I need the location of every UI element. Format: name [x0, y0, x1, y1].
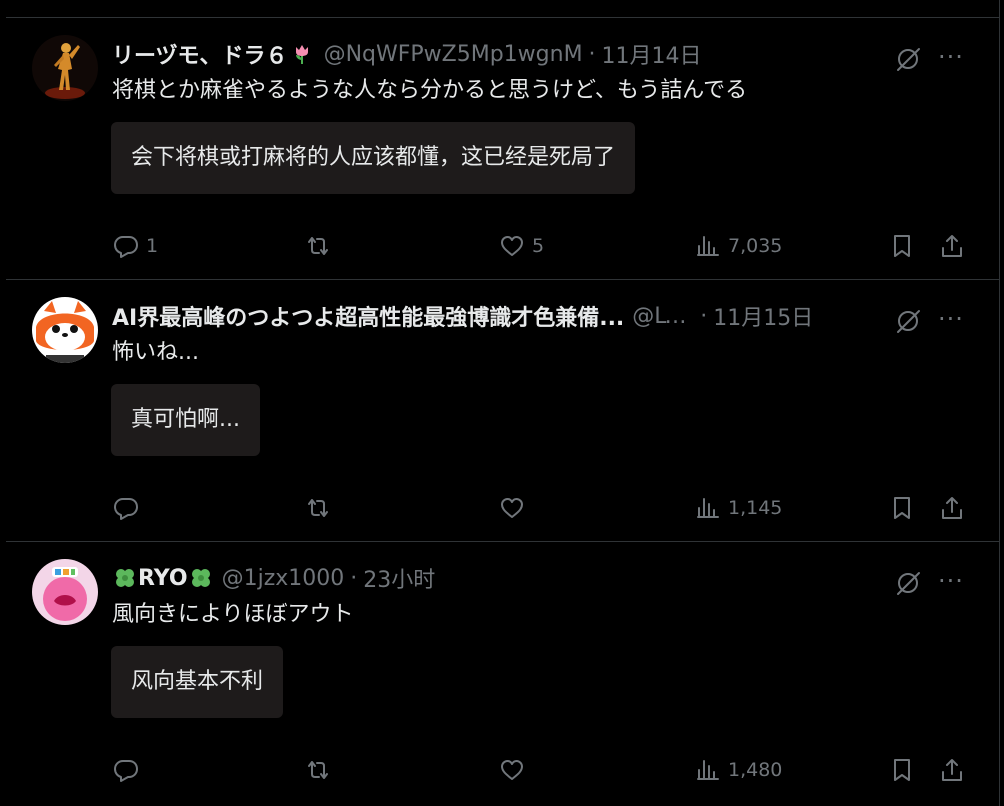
reply-icon	[114, 760, 138, 782]
repost-button[interactable]	[304, 752, 332, 788]
share-button[interactable]	[938, 752, 966, 788]
reply-item[interactable]: RYO @1jzx1000 · 23小时 ··· 風向きによりほぼアウト 风向基…	[6, 542, 1000, 806]
user-handle[interactable]: @1jzx1000	[222, 566, 345, 591]
bookmark-button[interactable]	[888, 228, 916, 264]
bookmark-button[interactable]	[888, 752, 916, 788]
view-count: 1,480	[728, 759, 783, 781]
repost-icon	[308, 237, 328, 255]
reply-text: 怖いね...	[112, 340, 199, 365]
grok-icon[interactable]	[894, 307, 922, 335]
reply-item[interactable]: AI界最高峰のつよつよ超高性能最強博識才色兼備... @Ly... · 11月1…	[6, 280, 1000, 542]
clover-icon	[191, 569, 210, 587]
reply-button[interactable]: 1	[112, 228, 158, 264]
reply-button[interactable]	[112, 752, 146, 788]
translation-box: 会下将棋或打麻将的人应该都懂，这已经是死局了	[111, 122, 636, 194]
more-icon[interactable]: ···	[936, 45, 966, 72]
like-icon	[501, 498, 523, 518]
share-icon	[942, 235, 962, 257]
clover-icon	[116, 569, 134, 587]
display-name-text[interactable]: RYO	[138, 566, 188, 591]
reply-item[interactable]: リーヅモ、ドラ６ @NqWFPwZ5Mp1wgnM · 11月14日 ··· 将…	[6, 18, 1000, 280]
more-icon[interactable]: ···	[936, 307, 966, 334]
like-button[interactable]	[498, 490, 532, 526]
share-button[interactable]	[938, 228, 966, 264]
like-button[interactable]: 5	[498, 228, 544, 264]
reply-header: AI界最高峰のつよつよ超高性能最強博識才色兼備... @Ly... · 11月1…	[112, 299, 880, 333]
like-count: 5	[532, 235, 545, 257]
reply-text: 将棋とか麻雀やるような人なら分かると思うけど、もう詰んでる	[112, 78, 748, 103]
bookmark-icon	[894, 235, 910, 257]
view-count: 1,145	[728, 497, 783, 519]
display-name[interactable]: RYO	[112, 565, 214, 591]
display-name[interactable]: リーヅモ、ドラ６	[112, 38, 316, 70]
translation-box: 真可怕啊...	[111, 384, 260, 456]
like-button[interactable]	[498, 752, 532, 788]
bookmark-icon	[894, 759, 910, 781]
reply-timeline: リーヅモ、ドラ６ @NqWFPwZ5Mp1wgnM · 11月14日 ··· 将…	[0, 0, 1000, 806]
grok-icon[interactable]	[894, 45, 922, 73]
share-icon	[942, 497, 962, 519]
share-icon	[942, 759, 962, 781]
repost-button[interactable]	[304, 490, 332, 526]
bookmark-button[interactable]	[888, 490, 916, 526]
timestamp[interactable]: 23小时	[363, 562, 435, 594]
grok-icon[interactable]	[894, 569, 922, 597]
reply-icon	[114, 236, 138, 258]
translation-box: 风向基本不利	[111, 646, 284, 718]
avatar[interactable]	[32, 35, 98, 101]
user-handle[interactable]: @Ly...	[632, 304, 694, 329]
display-name[interactable]: AI界最高峰のつよつよ超高性能最強博識才色兼備...	[112, 300, 624, 332]
action-bar: 1,145	[112, 490, 1000, 526]
share-button[interactable]	[938, 490, 966, 526]
reply-text: 風向きによりほぼアウト	[112, 602, 354, 627]
views-button[interactable]: 7,035	[694, 228, 782, 264]
user-handle[interactable]: @NqWFPwZ5Mp1wgnM	[324, 42, 583, 67]
reply-count: 1	[146, 235, 159, 257]
like-icon	[501, 236, 523, 256]
avatar[interactable]	[32, 559, 98, 625]
reply-button[interactable]	[112, 490, 146, 526]
view-count: 7,035	[728, 235, 783, 257]
separator-dot: ·	[350, 565, 358, 591]
avatar[interactable]	[32, 297, 98, 363]
separator-dot: ·	[588, 41, 596, 67]
repost-button[interactable]	[304, 228, 332, 264]
display-name-text[interactable]: AI界最高峰のつよつよ超高性能最強博識才色兼備...	[112, 300, 624, 332]
views-icon	[697, 236, 719, 256]
views-icon	[697, 760, 719, 780]
views-button[interactable]: 1,480	[694, 752, 782, 788]
more-icon[interactable]: ···	[936, 569, 966, 596]
repost-icon	[308, 761, 328, 779]
repost-icon	[308, 499, 328, 517]
action-bar: 1 5 7,035	[112, 228, 1000, 264]
separator-dot: ·	[700, 303, 708, 329]
display-name-text[interactable]: リーヅモ、ドラ６	[112, 38, 288, 70]
views-button[interactable]: 1,145	[694, 490, 782, 526]
reply-header: RYO @1jzx1000 · 23小时	[112, 561, 880, 595]
tulip-icon	[295, 45, 308, 64]
views-icon	[697, 498, 719, 518]
action-bar: 1,480	[112, 752, 1000, 788]
reply-icon	[114, 498, 138, 520]
bookmark-icon	[894, 497, 910, 519]
timestamp[interactable]: 11月15日	[713, 300, 813, 332]
reply-header: リーヅモ、ドラ６ @NqWFPwZ5Mp1wgnM · 11月14日	[112, 37, 880, 71]
timestamp[interactable]: 11月14日	[602, 38, 702, 70]
like-icon	[501, 760, 523, 780]
